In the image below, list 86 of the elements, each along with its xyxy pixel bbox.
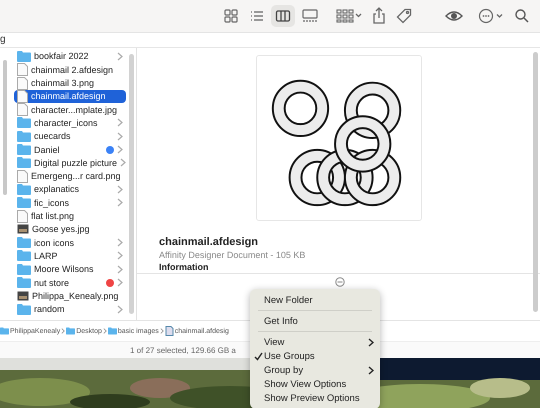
file-name: Daniel (34, 144, 61, 155)
file-name: chainmail.afdesign (31, 91, 107, 102)
file-name: character_icons (34, 118, 99, 128)
file-name: flat list.png (31, 211, 76, 222)
folder-icon (17, 237, 31, 248)
file-description: Affinity Designer Document - 105 KB (159, 250, 306, 260)
chevron-icon (160, 327, 164, 336)
chevron-icon (102, 327, 107, 336)
chevron-icon (61, 327, 66, 336)
document-icon (17, 76, 28, 90)
section-heading: Information (159, 262, 210, 272)
file-name: fic_icons (34, 198, 70, 208)
document-icon (17, 210, 28, 223)
file-name: chainmail 2.afdesign (31, 64, 114, 75)
folder-icon (108, 326, 117, 336)
file-row[interactable]: flat list.png (14, 209, 126, 223)
file-row[interactable]: random (14, 302, 126, 316)
file-row[interactable]: Moore Wilsons (14, 262, 126, 276)
scrollbar[interactable] (533, 52, 538, 312)
folder-icon (17, 130, 31, 142)
file-row[interactable]: bookfair 2022 (14, 50, 126, 64)
file-row[interactable]: cuecards (14, 130, 126, 143)
menu-item[interactable]: Show View Options (250, 377, 380, 391)
status-text: 1 of 27 selected, 129.66 GB a (130, 346, 236, 355)
folder-icon (66, 326, 76, 336)
document-icon (17, 63, 28, 76)
folder-icon (0, 326, 9, 336)
path-text: g (0, 34, 6, 45)
file-row[interactable]: chainmail 2.afdesign (14, 63, 126, 76)
file-name: Moore Wilsons (34, 264, 95, 274)
folder-icon (17, 264, 31, 275)
file-title: chainmail.afdesign (159, 236, 260, 248)
document-icon (17, 170, 28, 183)
scrollbar[interactable] (3, 60, 7, 195)
menu-item[interactable]: View (250, 335, 380, 349)
chevron-icon (117, 304, 123, 314)
document-icon (17, 90, 28, 103)
file-name: Goose yes.jpg (32, 224, 91, 234)
file-name: chainmail 3.png (31, 78, 96, 88)
file-name: cuecards (34, 131, 72, 142)
image-thumbnail-icon (17, 223, 29, 236)
file-name: Digital puzzle picture (34, 158, 118, 168)
file-row[interactable]: Philippa_Kenealy.png (14, 289, 126, 302)
file-name: Philippa_Kenealy.png (32, 290, 120, 301)
folder-icon (17, 50, 31, 62)
file-row[interactable]: explanatics (14, 182, 126, 196)
folder-icon (17, 117, 31, 128)
file-row[interactable]: Daniel (14, 142, 126, 156)
columns-icon[interactable] (271, 4, 295, 27)
document-icon (17, 103, 28, 116)
menu-item[interactable]: Use Groups (250, 349, 380, 363)
file-row[interactable]: Emergeng...r card.png (14, 169, 126, 183)
folder-icon (17, 144, 31, 156)
document-icon (164, 326, 174, 336)
file-row[interactable]: character...mplate.jpg (14, 103, 126, 116)
file-name: character...mplate.jpg (31, 104, 118, 115)
menu-item[interactable]: Show Preview Options (250, 391, 380, 405)
file-row[interactable]: nut store (14, 276, 126, 290)
file-name: Emergeng...r card.png (31, 171, 122, 182)
file-row[interactable]: Digital puzzle picture (14, 156, 126, 170)
menu-item[interactable]: Group by (250, 363, 380, 377)
file-name: random (34, 304, 66, 314)
file-row[interactable]: chainmail.afdesign (14, 90, 126, 103)
scrollbar[interactable] (129, 54, 134, 314)
file-name: nut store (34, 278, 70, 288)
file-name: explanatics (34, 184, 80, 194)
menu-item[interactable]: Get Info (250, 314, 380, 328)
folder-icon (17, 157, 31, 168)
file-row[interactable]: LARP (14, 249, 126, 263)
folder-icon (17, 184, 31, 195)
folder-icon (17, 250, 31, 262)
more-icon[interactable] (334, 276, 344, 287)
folder-icon (17, 304, 31, 315)
file-row[interactable]: fic_icons (14, 196, 126, 210)
file-row[interactable]: chainmail 3.png (14, 76, 126, 90)
file-name: bookfair 2022 (34, 51, 90, 62)
file-row[interactable]: icon icons (14, 236, 126, 250)
image-thumbnail-icon (17, 290, 29, 302)
file-row[interactable]: character_icons (14, 116, 126, 130)
menu-item[interactable]: New Folder (250, 293, 380, 307)
file-name: icon icons (34, 238, 76, 248)
folder-icon (17, 277, 31, 288)
file-name: LARP (34, 250, 59, 261)
chevron-icon (117, 52, 123, 61)
file-row[interactable]: Goose yes.jpg (14, 222, 126, 236)
folder-icon (17, 197, 31, 208)
